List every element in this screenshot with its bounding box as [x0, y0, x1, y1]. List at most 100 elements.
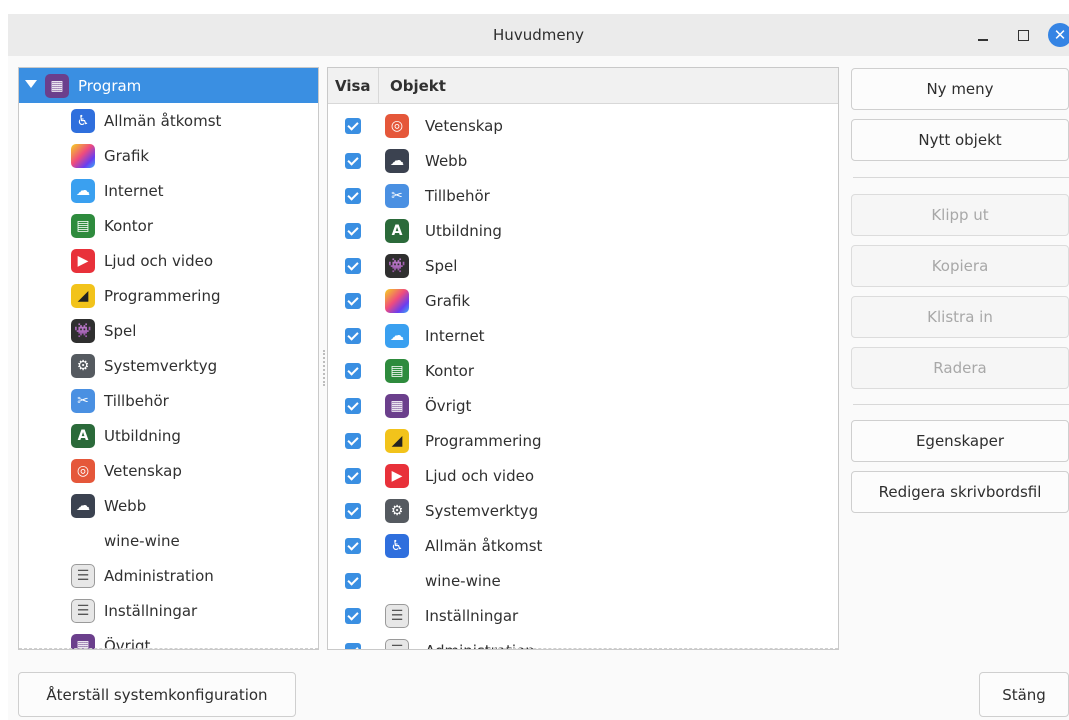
paste-button[interactable]: Klistra in — [851, 296, 1069, 338]
show-checkbox[interactable] — [345, 397, 361, 414]
tree-item[interactable]: ▶ Ljud och video — [19, 243, 318, 278]
tree-item[interactable]: wine-wine — [19, 523, 318, 558]
show-checkbox[interactable] — [345, 117, 361, 134]
list-item-label: Webb — [425, 151, 468, 170]
internet-icon: ☁ — [71, 178, 95, 203]
show-checkbox[interactable] — [345, 642, 361, 649]
pane-resize-handle[interactable] — [323, 350, 325, 386]
tree-item[interactable]: ☰ Inställningar — [19, 593, 318, 628]
list-item[interactable]: Grafik — [328, 283, 838, 318]
maximize-button[interactable] — [1010, 22, 1036, 48]
show-checkbox[interactable] — [345, 537, 361, 554]
show-checkbox[interactable] — [345, 607, 361, 624]
tree-item[interactable]: ☁ Internet — [19, 173, 318, 208]
show-checkbox[interactable] — [345, 467, 361, 484]
tree-item[interactable]: A Utbildning — [19, 418, 318, 453]
close-window-button[interactable]: ✕ — [1048, 23, 1069, 47]
tree-item[interactable]: ▦ Övrigt — [19, 628, 318, 649]
list-item[interactable]: wine-wine — [328, 563, 838, 598]
list-item[interactable]: ✂ Tillbehör — [328, 178, 838, 213]
tree-item[interactable]: ⚙ Systemverktyg — [19, 348, 318, 383]
title-bar: Huvudmeny ✕ — [8, 14, 1069, 56]
tree-scroll-edge — [19, 648, 318, 649]
tree-item[interactable]: ▤ Kontor — [19, 208, 318, 243]
tree-item[interactable]: ✂ Tillbehör — [19, 383, 318, 418]
tree-item[interactable]: ☰ Administration — [19, 558, 318, 593]
graphics-icon — [71, 143, 95, 168]
list-item-label: Kontor — [425, 361, 474, 380]
list-item-label: Spel — [425, 256, 458, 275]
list-item-label: Allmän åtkomst — [425, 536, 543, 555]
education-icon: A — [71, 423, 95, 448]
new-menu-button[interactable]: Ny meny — [851, 68, 1069, 110]
maximize-icon — [1017, 29, 1029, 41]
science-icon: ◎ — [71, 458, 95, 483]
show-checkbox[interactable] — [345, 362, 361, 379]
internet-icon: ☁ — [385, 323, 409, 348]
list-item[interactable]: ◎ Vetenskap — [328, 108, 838, 143]
graphics-icon — [385, 288, 409, 313]
tree-item[interactable]: 👾 Spel — [19, 313, 318, 348]
accessibility-icon: ♿ — [71, 108, 95, 133]
tree-item[interactable]: ◎ Vetenskap — [19, 453, 318, 488]
show-checkbox[interactable] — [345, 152, 361, 169]
separator — [853, 404, 1069, 405]
tree-item[interactable]: ♿ Allmän åtkomst — [19, 103, 318, 138]
show-checkbox[interactable] — [345, 432, 361, 449]
show-checkbox[interactable] — [345, 292, 361, 309]
tree-item[interactable]: ◢ Programmering — [19, 278, 318, 313]
delete-button[interactable]: Radera — [851, 347, 1069, 389]
office-icon: ▤ — [71, 213, 95, 238]
column-divider — [378, 68, 379, 104]
tree-item[interactable]: ☁ Webb — [19, 488, 318, 523]
list-item-label: Internet — [425, 326, 485, 345]
list-item[interactable]: ☁ Webb — [328, 143, 838, 178]
other-icon: ▦ — [385, 393, 409, 418]
minimize-button[interactable] — [970, 22, 996, 48]
tree-item[interactable]: Grafik — [19, 138, 318, 173]
settings-icon: ☰ — [71, 598, 95, 623]
list-item[interactable]: A Utbildning — [328, 213, 838, 248]
list-item[interactable]: ♿ Allmän åtkomst — [328, 528, 838, 563]
show-checkbox[interactable] — [345, 572, 361, 589]
accessories-icon: ✂ — [385, 183, 409, 208]
copy-button[interactable]: Kopiera — [851, 245, 1069, 287]
list-item-label: wine-wine — [425, 571, 501, 590]
office-icon: ▤ — [385, 358, 409, 383]
sound-video-icon: ▶ — [385, 463, 409, 488]
restore-system-config-button[interactable]: Återställ systemkonfiguration — [18, 672, 296, 717]
show-checkbox[interactable] — [345, 187, 361, 204]
list-item[interactable]: ⚙ Systemverktyg — [328, 493, 838, 528]
close-button[interactable]: Stäng — [979, 672, 1069, 717]
show-checkbox[interactable] — [345, 257, 361, 274]
edit-desktop-file-button[interactable]: Redigera skrivbordsfil — [851, 471, 1069, 513]
separator — [853, 177, 1069, 178]
list-item[interactable]: ☁ Internet — [328, 318, 838, 353]
column-header-show[interactable]: Visa — [335, 77, 371, 95]
list-item[interactable]: ▤ Kontor — [328, 353, 838, 388]
new-item-button[interactable]: Nytt objekt — [851, 119, 1069, 161]
list-item[interactable]: 👾 Spel — [328, 248, 838, 283]
show-checkbox[interactable] — [345, 327, 361, 344]
web-icon: ☁ — [71, 493, 95, 518]
item-list[interactable]: Visa Objekt ◎ Vetenskap ☁ Webb ✂ Tillbehör A Ut… — [327, 67, 839, 650]
tree-item-label: Administration — [104, 566, 214, 585]
properties-button[interactable]: Egenskaper — [851, 420, 1069, 462]
expander-caret-icon[interactable] — [25, 80, 37, 88]
show-checkbox[interactable] — [345, 502, 361, 519]
list-item[interactable]: ▦ Övrigt — [328, 388, 838, 423]
list-item[interactable]: ◢ Programmering — [328, 423, 838, 458]
column-header-object[interactable]: Objekt — [390, 77, 446, 95]
tree-item-program[interactable]: ▦ Program — [19, 68, 318, 103]
category-tree[interactable]: ▦ Program ♿ Allmän åtkomst Grafik ☁ Internet… — [18, 67, 319, 650]
list-item[interactable]: ▶ Ljud och video — [328, 458, 838, 493]
system-tools-icon: ⚙ — [385, 498, 409, 523]
tree-item-label: Programmering — [104, 286, 221, 305]
tree-item-label: Utbildning — [104, 426, 181, 445]
tree-item-label: Vetenskap — [104, 461, 182, 480]
list-header: Visa Objekt — [328, 68, 838, 104]
tree-item-label: Webb — [104, 496, 147, 515]
show-checkbox[interactable] — [345, 222, 361, 239]
list-item[interactable]: ☰ Inställningar — [328, 598, 838, 633]
cut-button[interactable]: Klipp ut — [851, 194, 1069, 236]
